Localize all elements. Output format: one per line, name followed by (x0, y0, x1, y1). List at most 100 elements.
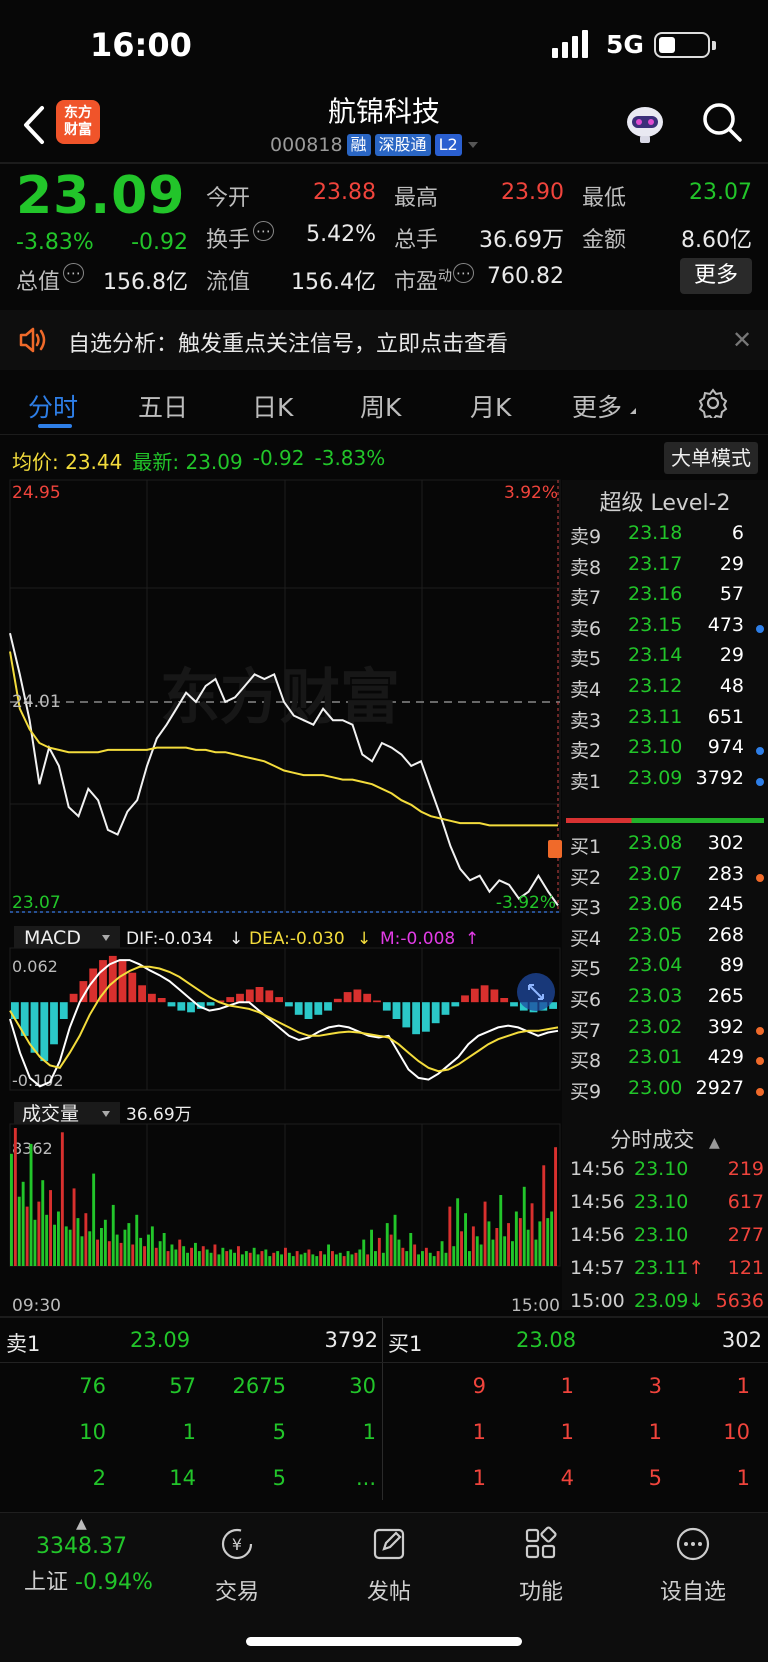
big-order-dot-icon (756, 873, 764, 882)
volume-bar (72, 1188, 76, 1266)
robot-assistant-icon[interactable] (622, 100, 668, 146)
info-icon[interactable]: ⋯ (63, 263, 85, 283)
nav-trade[interactable]: ¥ 交易 (182, 1520, 292, 1606)
info-icon[interactable]: ⋯ (253, 221, 275, 241)
big-order-dot-icon (756, 1057, 764, 1066)
depth-sell-cell: 57 (169, 1374, 196, 1398)
trade-direction-icon: ↑ (688, 1257, 705, 1279)
orderbook-row[interactable]: 买7 23.02 392 (570, 1016, 766, 1048)
orderbook-price: 23.00 (628, 1076, 683, 1099)
home-indicator[interactable] (246, 1637, 522, 1646)
more-button[interactable]: 更多 (680, 258, 752, 294)
orderbook-row[interactable]: 买6 23.03 265 (570, 985, 766, 1017)
orderbook-row[interactable]: 卖9 23.18 6 (570, 522, 766, 554)
intraday-chart[interactable]: 东方财富 24.95 3.92% 24.01 23.07 -3.92% MACD… (0, 478, 562, 1318)
orderbook-row[interactable]: 卖8 23.17 29 (570, 553, 766, 585)
edit-icon (373, 1528, 405, 1560)
orderbook-row[interactable]: 买8 23.01 429 (570, 1046, 766, 1078)
high-value: 23.90 (501, 180, 564, 205)
orderbook-row[interactable]: 卖7 23.16 57 (570, 583, 766, 615)
orderbook-row[interactable]: 卖5 23.14 29 (570, 644, 766, 676)
trade-volume: 5636 (715, 1290, 764, 1312)
depth-sell-cell: 30 (349, 1374, 376, 1398)
index-name[interactable]: 上证 -0.94% (24, 1564, 153, 1596)
nav-functions[interactable]: 功能 (486, 1520, 596, 1606)
orderbook-level: 卖6 (570, 617, 602, 640)
volume-bar (276, 1251, 280, 1266)
volume-bar (186, 1252, 189, 1266)
orderbook-row[interactable]: 买2 23.07 283 (570, 863, 766, 895)
trade-time: 14:56 (570, 1191, 625, 1213)
settings-icon[interactable] (698, 388, 728, 418)
volume-bar (150, 1226, 154, 1266)
pe-label: 市盈动 ⋯ (394, 263, 475, 296)
close-icon[interactable]: ✕ (732, 326, 752, 354)
volume-bar (456, 1198, 460, 1266)
volume-bar (33, 1219, 37, 1266)
volume-bar (17, 1196, 21, 1266)
corner-arrow-icon (630, 408, 636, 414)
volume-bar (413, 1244, 417, 1266)
volume-bar (327, 1244, 330, 1266)
search-icon[interactable] (700, 100, 744, 144)
volume-bar (495, 1228, 499, 1266)
orderbook-row[interactable]: 买4 23.05 268 (570, 924, 766, 956)
volume-bar (409, 1233, 413, 1266)
orderbook-level: 卖3 (570, 709, 602, 732)
orderbook-row[interactable]: 卖6 23.15 473 (570, 614, 766, 646)
info-icon[interactable]: ⋯ (453, 263, 475, 283)
turnover-label-text: 换手 (206, 228, 251, 253)
tab-daily-k[interactable]: 日K (252, 388, 293, 424)
trade-price: 23.10 (634, 1158, 688, 1180)
orderbook-price: 23.04 (628, 954, 683, 977)
tab-more[interactable]: 更多 (572, 388, 622, 424)
macd-y-top: 0.062 (12, 957, 58, 976)
macd-bar (353, 989, 362, 1003)
collapse-caret-icon: ▲ (708, 1135, 720, 1151)
volume-bar (479, 1244, 483, 1266)
orderbook-price: 23.10 (628, 736, 683, 759)
orderbook-price: 23.05 (628, 923, 683, 946)
tab-intraday[interactable]: 分时 (28, 388, 78, 424)
orderbook-row[interactable]: 卖1 23.09 3792 (570, 767, 766, 799)
depth-buy-cell: 1 (560, 1374, 574, 1398)
volume-bar (507, 1223, 510, 1266)
orderbook-row[interactable]: 卖2 23.10 974 (570, 736, 766, 768)
macd-bar (148, 993, 156, 1003)
orderbook-row[interactable]: 买1 23.08 302 (570, 832, 766, 864)
orderbook-title[interactable]: 超级 Level-2 (562, 485, 768, 517)
signal-icon (552, 30, 588, 58)
volume-bar (424, 1247, 428, 1266)
trades-title[interactable]: 分时成交 ▲ (562, 1124, 768, 1154)
orderbook-volume: 429 (707, 1046, 744, 1069)
big-order-mode-button[interactable]: 大单模式 (664, 442, 758, 474)
trade-price: 23.09↓ (634, 1290, 704, 1312)
tab-weekly-k[interactable]: 周K (360, 388, 401, 424)
orderbook-row[interactable]: 买9 23.00 2927 (570, 1077, 766, 1109)
trade-volume: 617 (727, 1191, 764, 1213)
stock-code-row[interactable]: 000818 融 深股通 L2 (270, 132, 480, 158)
orderbook-row[interactable]: 卖4 23.12 48 (570, 675, 766, 707)
volume-bar (468, 1251, 471, 1266)
volume-bar (436, 1251, 440, 1266)
nav-post[interactable]: 发帖 (334, 1520, 444, 1606)
volume-bar (374, 1251, 377, 1266)
orderbook-volume: 651 (707, 705, 744, 728)
grid-apps-icon (525, 1526, 557, 1559)
volume-bar (84, 1213, 88, 1266)
orderbook-row[interactable]: 卖3 23.11 651 (570, 706, 766, 738)
nav-add-watchlist[interactable]: 设自选 (638, 1520, 748, 1606)
pe-label-text: 市盈 (394, 270, 439, 295)
macd-bar (470, 988, 479, 1003)
volume-bar (147, 1234, 150, 1266)
orderbook-row[interactable]: 买3 23.06 245 (570, 893, 766, 925)
depth-sell-cell: 10 (79, 1420, 106, 1444)
index-value[interactable]: 3348.37 (36, 1534, 127, 1559)
orderbook-row[interactable]: 买5 23.04 89 (570, 954, 766, 986)
speaker-icon (19, 327, 46, 353)
volume-bar (213, 1244, 217, 1266)
macd-bar (363, 993, 372, 1003)
tab-five-day[interactable]: 五日 (138, 388, 188, 424)
volume-bar (182, 1246, 186, 1266)
tab-monthly-k[interactable]: 月K (470, 388, 511, 424)
